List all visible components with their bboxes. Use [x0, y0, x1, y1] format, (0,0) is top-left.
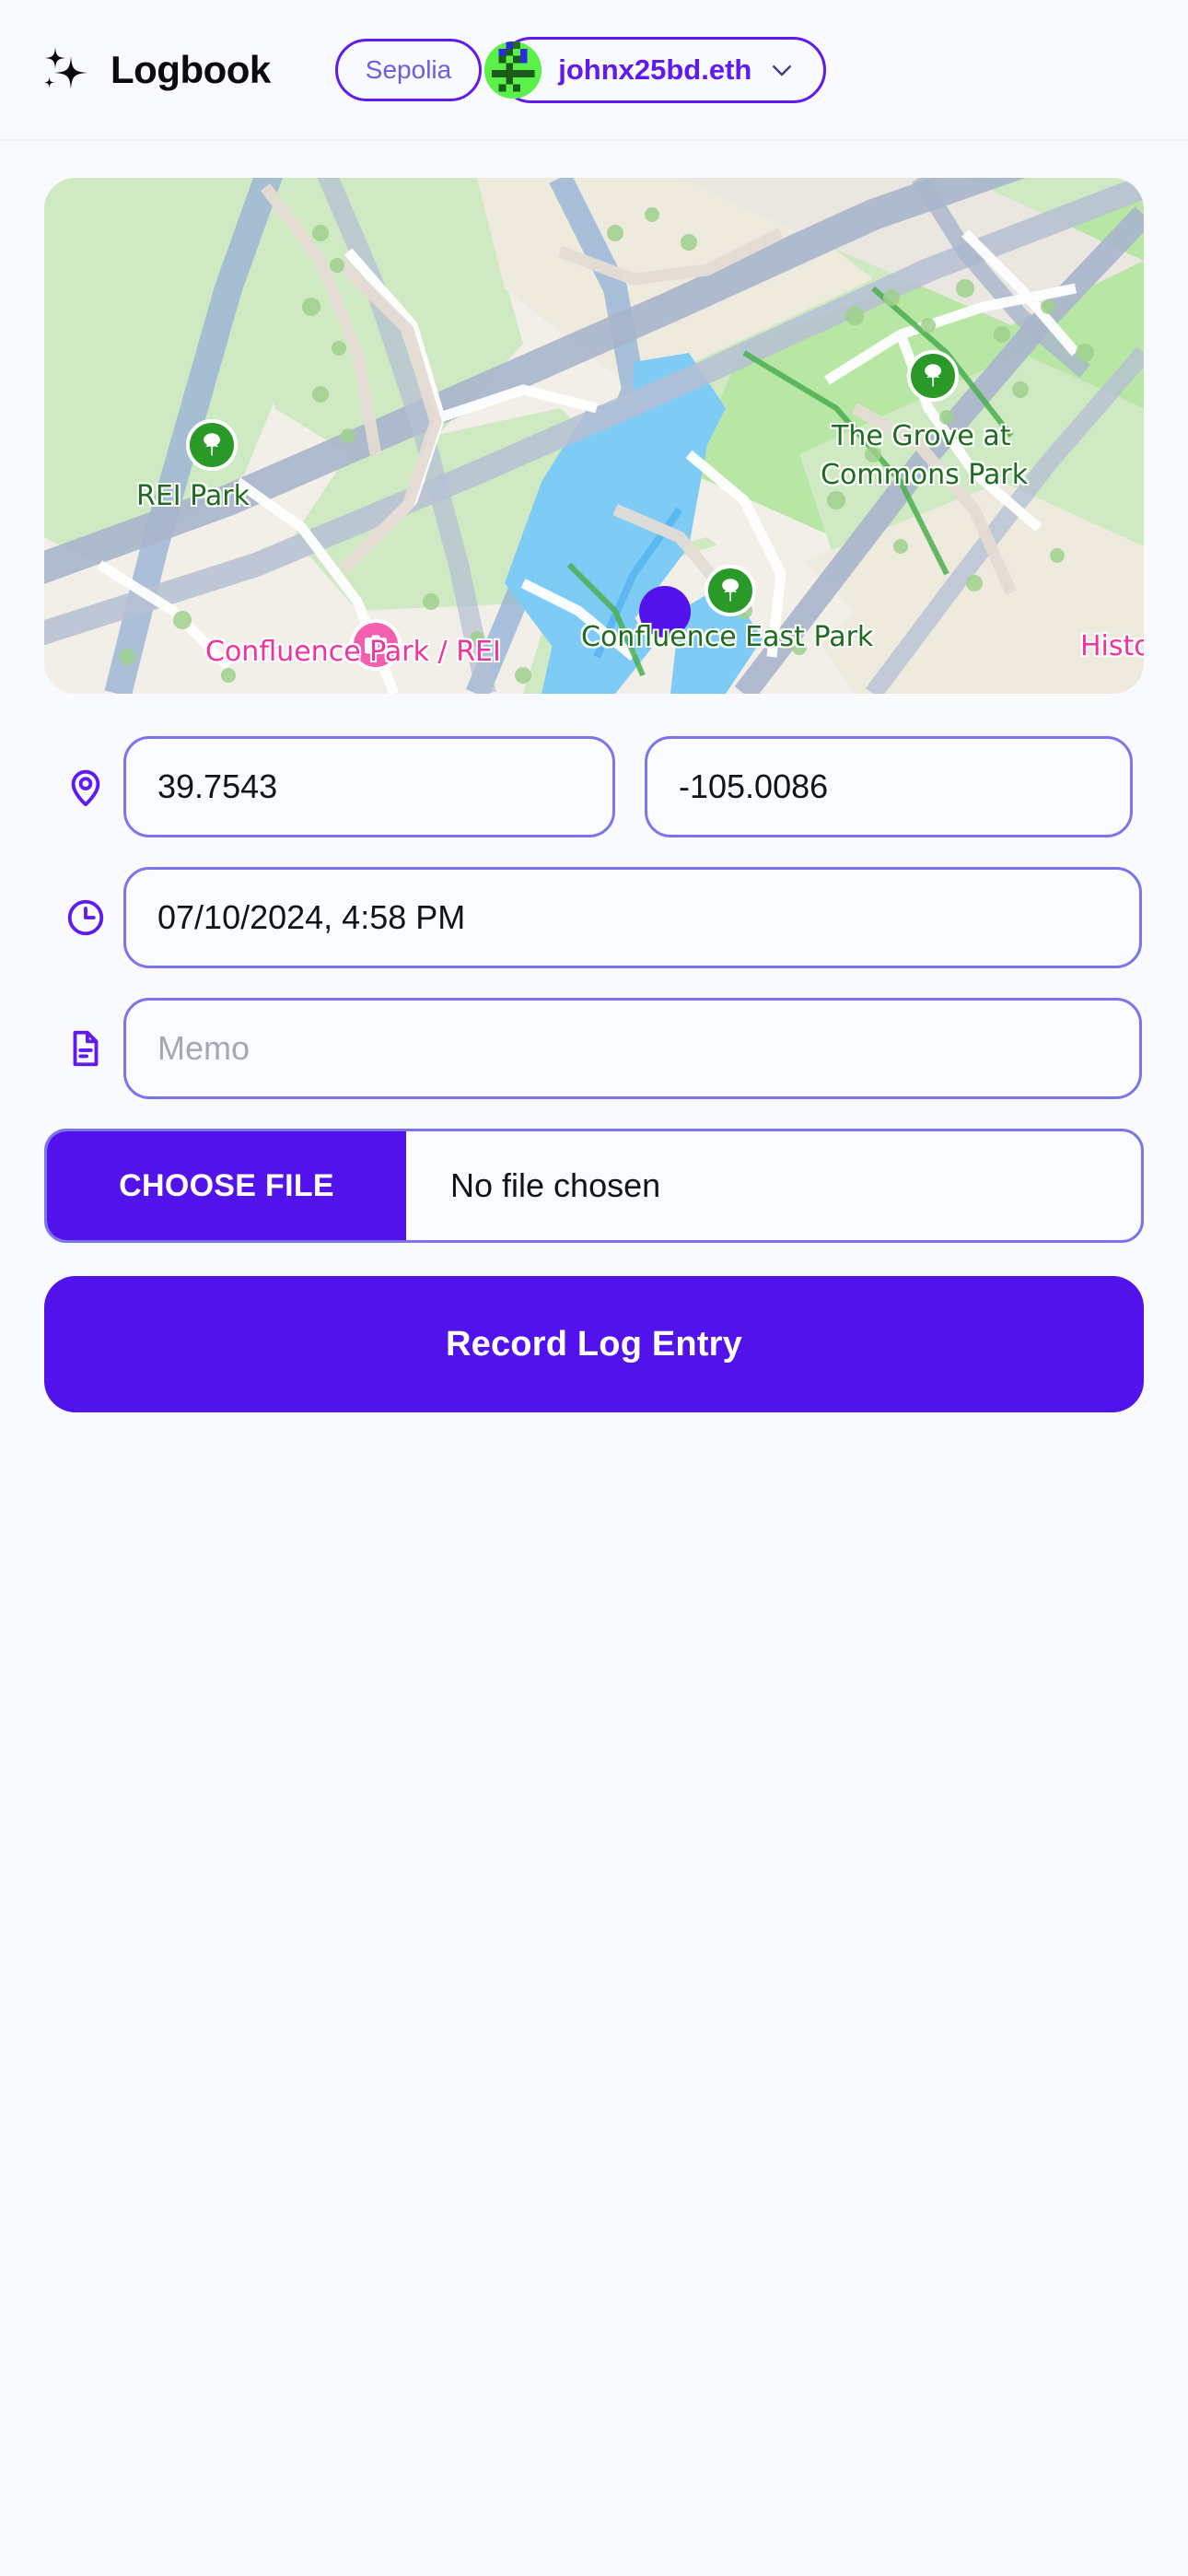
- park-pin-icon: [705, 565, 756, 616]
- latitude-value: 39.7543: [157, 767, 278, 805]
- camera-pin-icon: [350, 619, 402, 671]
- document-icon: [44, 1027, 123, 1070]
- network-label: Sepolia: [365, 54, 452, 84]
- account-button[interactable]: johnx25bd.eth: [484, 36, 827, 103]
- page-title: Logbook: [111, 47, 271, 91]
- clock-icon: [44, 896, 123, 939]
- coordinates-row: 39.7543 -105.0086: [44, 736, 1144, 837]
- network-selector[interactable]: Sepolia: [334, 38, 483, 101]
- choose-file-label: CHOOSE FILE: [119, 1167, 334, 1203]
- header-actions: Sepolia johnx25bd.eth: [334, 36, 827, 103]
- log-entry-form: 39.7543 -105.0086 07/10/2024, 4:58 PM Me…: [0, 736, 1188, 1412]
- brand-logo[interactable]: Logbook: [37, 41, 271, 99]
- longitude-value: -105.0086: [679, 767, 829, 805]
- timestamp-row: 07/10/2024, 4:58 PM: [44, 867, 1144, 968]
- submit-label: Record Log Entry: [445, 1324, 742, 1364]
- account-name: johnx25bd.eth: [558, 53, 752, 86]
- longitude-input[interactable]: -105.0086: [645, 736, 1133, 837]
- file-status-text: No file chosen: [450, 1166, 661, 1204]
- memo-input[interactable]: Memo: [123, 998, 1142, 1099]
- app-header: Logbook Sepolia johnx25bd.eth: [0, 0, 1188, 141]
- file-status: No file chosen: [406, 1131, 1141, 1240]
- memo-row: Memo: [44, 998, 1144, 1099]
- memo-placeholder: Memo: [157, 1029, 250, 1067]
- timestamp-input[interactable]: 07/10/2024, 4:58 PM: [123, 867, 1142, 968]
- blockie-avatar: [484, 41, 542, 99]
- map-pin-icon: [44, 766, 123, 808]
- choose-file-button[interactable]: CHOOSE FILE: [47, 1131, 406, 1240]
- park-pin-icon: [907, 350, 959, 402]
- latitude-input[interactable]: 39.7543: [123, 736, 615, 837]
- record-log-entry-button[interactable]: Record Log Entry: [44, 1276, 1144, 1412]
- file-row: CHOOSE FILE No file chosen: [44, 1129, 1144, 1243]
- location-map[interactable]: REI Park The Grove at Commons Park Confl…: [44, 178, 1144, 694]
- file-input[interactable]: CHOOSE FILE No file chosen: [44, 1129, 1144, 1243]
- timestamp-value: 07/10/2024, 4:58 PM: [157, 898, 466, 936]
- park-pin-icon: [186, 419, 238, 471]
- page-body: REI Park The Grove at Commons Park Confl…: [0, 178, 1188, 1412]
- chevron-down-icon[interactable]: [768, 56, 796, 84]
- sparkles-icon: [37, 41, 94, 99]
- user-location-marker: [639, 586, 691, 638]
